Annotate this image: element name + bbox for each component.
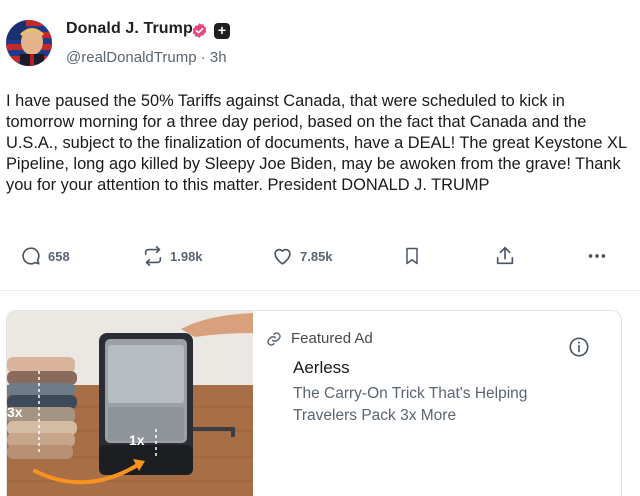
verified-badge-icon: [192, 23, 207, 38]
post: Donald J. Trump + @realDonaldTrump · 3h …: [0, 0, 640, 292]
reply-count: 658: [48, 248, 70, 264]
heart-icon: [274, 248, 291, 265]
like-count: 7.85k: [300, 248, 333, 264]
reply-button[interactable]: 658: [20, 242, 70, 270]
bookmark-icon: [406, 247, 418, 265]
post-body: I have paused the 50% Tariffs against Ca…: [6, 92, 627, 194]
ad-headline[interactable]: The Carry-On Trick That's Helping Travel…: [293, 383, 583, 427]
divider: [0, 290, 640, 291]
reply-icon: [22, 247, 40, 265]
ad-image-label-1x: 1x: [129, 432, 145, 448]
author-name[interactable]: Donald J. Trump: [66, 20, 193, 38]
ad-label: Featured Ad: [291, 330, 373, 347]
separator: ·: [200, 49, 206, 66]
retruth-count: 1.98k: [170, 248, 203, 264]
handle-line: @realDonaldTrump · 3h: [66, 49, 227, 66]
action-bar: 658 1.98k 7.85k: [0, 242, 640, 272]
retruth-button[interactable]: 1.98k: [142, 242, 203, 270]
author-handle[interactable]: @realDonaldTrump: [66, 49, 197, 66]
bookmark-button[interactable]: [402, 242, 422, 270]
like-button[interactable]: 7.85k: [271, 242, 333, 270]
ad-label-row: Featured Ad: [266, 330, 373, 347]
more-button[interactable]: [586, 242, 608, 270]
retruth-icon: [144, 246, 162, 266]
share-button[interactable]: [494, 242, 516, 270]
ad-image-label-3x: 3x: [7, 404, 23, 420]
info-icon[interactable]: [568, 336, 590, 358]
share-icon: [496, 246, 514, 265]
featured-ad[interactable]: 3x 1x Featured Ad Aerless The Carry-On T…: [0, 310, 640, 496]
more-icon: [588, 254, 606, 258]
avatar[interactable]: [6, 20, 52, 66]
ad-brand[interactable]: Aerless: [293, 358, 350, 378]
follow-plus-icon[interactable]: +: [214, 23, 230, 39]
ad-image[interactable]: 3x 1x: [7, 311, 253, 496]
post-time[interactable]: 3h: [210, 49, 227, 66]
link-icon: [267, 331, 281, 346]
